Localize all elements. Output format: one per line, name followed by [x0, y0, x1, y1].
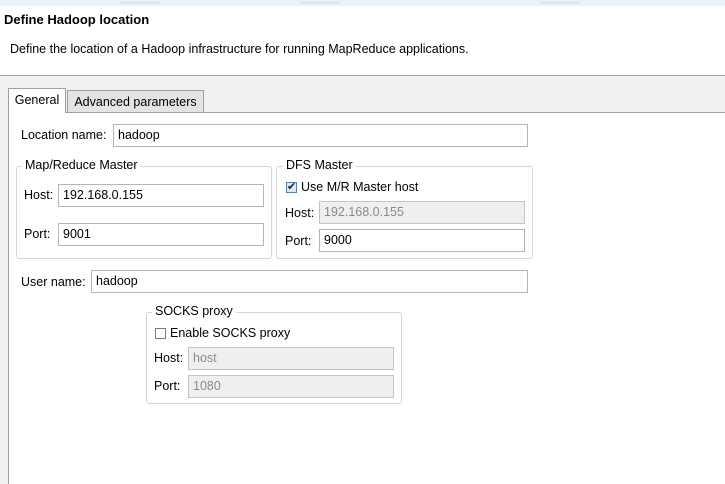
socks-port-input[interactable]: 1080	[188, 375, 394, 398]
checkmark-icon: ✔	[287, 181, 297, 193]
dfs-port-label: Port:	[285, 234, 312, 248]
dfs-host-label: Host:	[285, 206, 315, 220]
socks-host-input[interactable]: host	[188, 347, 394, 370]
user-name-label: User name:	[21, 275, 86, 289]
use-mr-master-host-checkbox[interactable]: ✔	[286, 181, 297, 193]
mapreduce-master-title: Map/Reduce Master	[22, 158, 141, 172]
enable-socks-proxy-label: Enable SOCKS proxy	[170, 326, 291, 340]
dfs-host-input[interactable]: 192.168.0.155	[319, 201, 525, 224]
socks-host-label: Host:	[154, 351, 184, 365]
tab-advanced-parameters[interactable]: Advanced parameters	[67, 90, 204, 113]
mr-port-label: Port:	[24, 227, 51, 241]
user-name-input[interactable]: hadoop	[91, 270, 528, 293]
use-mr-master-host-label: Use M/R Master host	[301, 180, 419, 194]
tab-general[interactable]: General	[8, 88, 66, 113]
dfs-master-title: DFS Master	[283, 158, 356, 172]
socks-proxy-title: SOCKS proxy	[152, 304, 236, 318]
socks-port-label: Port:	[154, 379, 181, 393]
page-description: Define the location of a Hadoop infrastr…	[10, 42, 469, 56]
mr-host-label: Host:	[24, 188, 54, 202]
strip-segment	[300, 1, 340, 4]
mr-host-input[interactable]: 192.168.0.155	[58, 184, 264, 207]
dfs-port-input[interactable]: 9000	[319, 229, 525, 252]
enable-socks-proxy-checkbox[interactable]	[155, 328, 166, 339]
mr-port-input[interactable]: 9001	[58, 223, 264, 246]
strip-segment	[120, 1, 160, 4]
strip-segment	[540, 1, 580, 4]
location-name-label: Location name:	[21, 128, 107, 142]
location-name-input[interactable]: hadoop	[113, 124, 528, 147]
page-title: Define Hadoop location	[4, 12, 150, 27]
